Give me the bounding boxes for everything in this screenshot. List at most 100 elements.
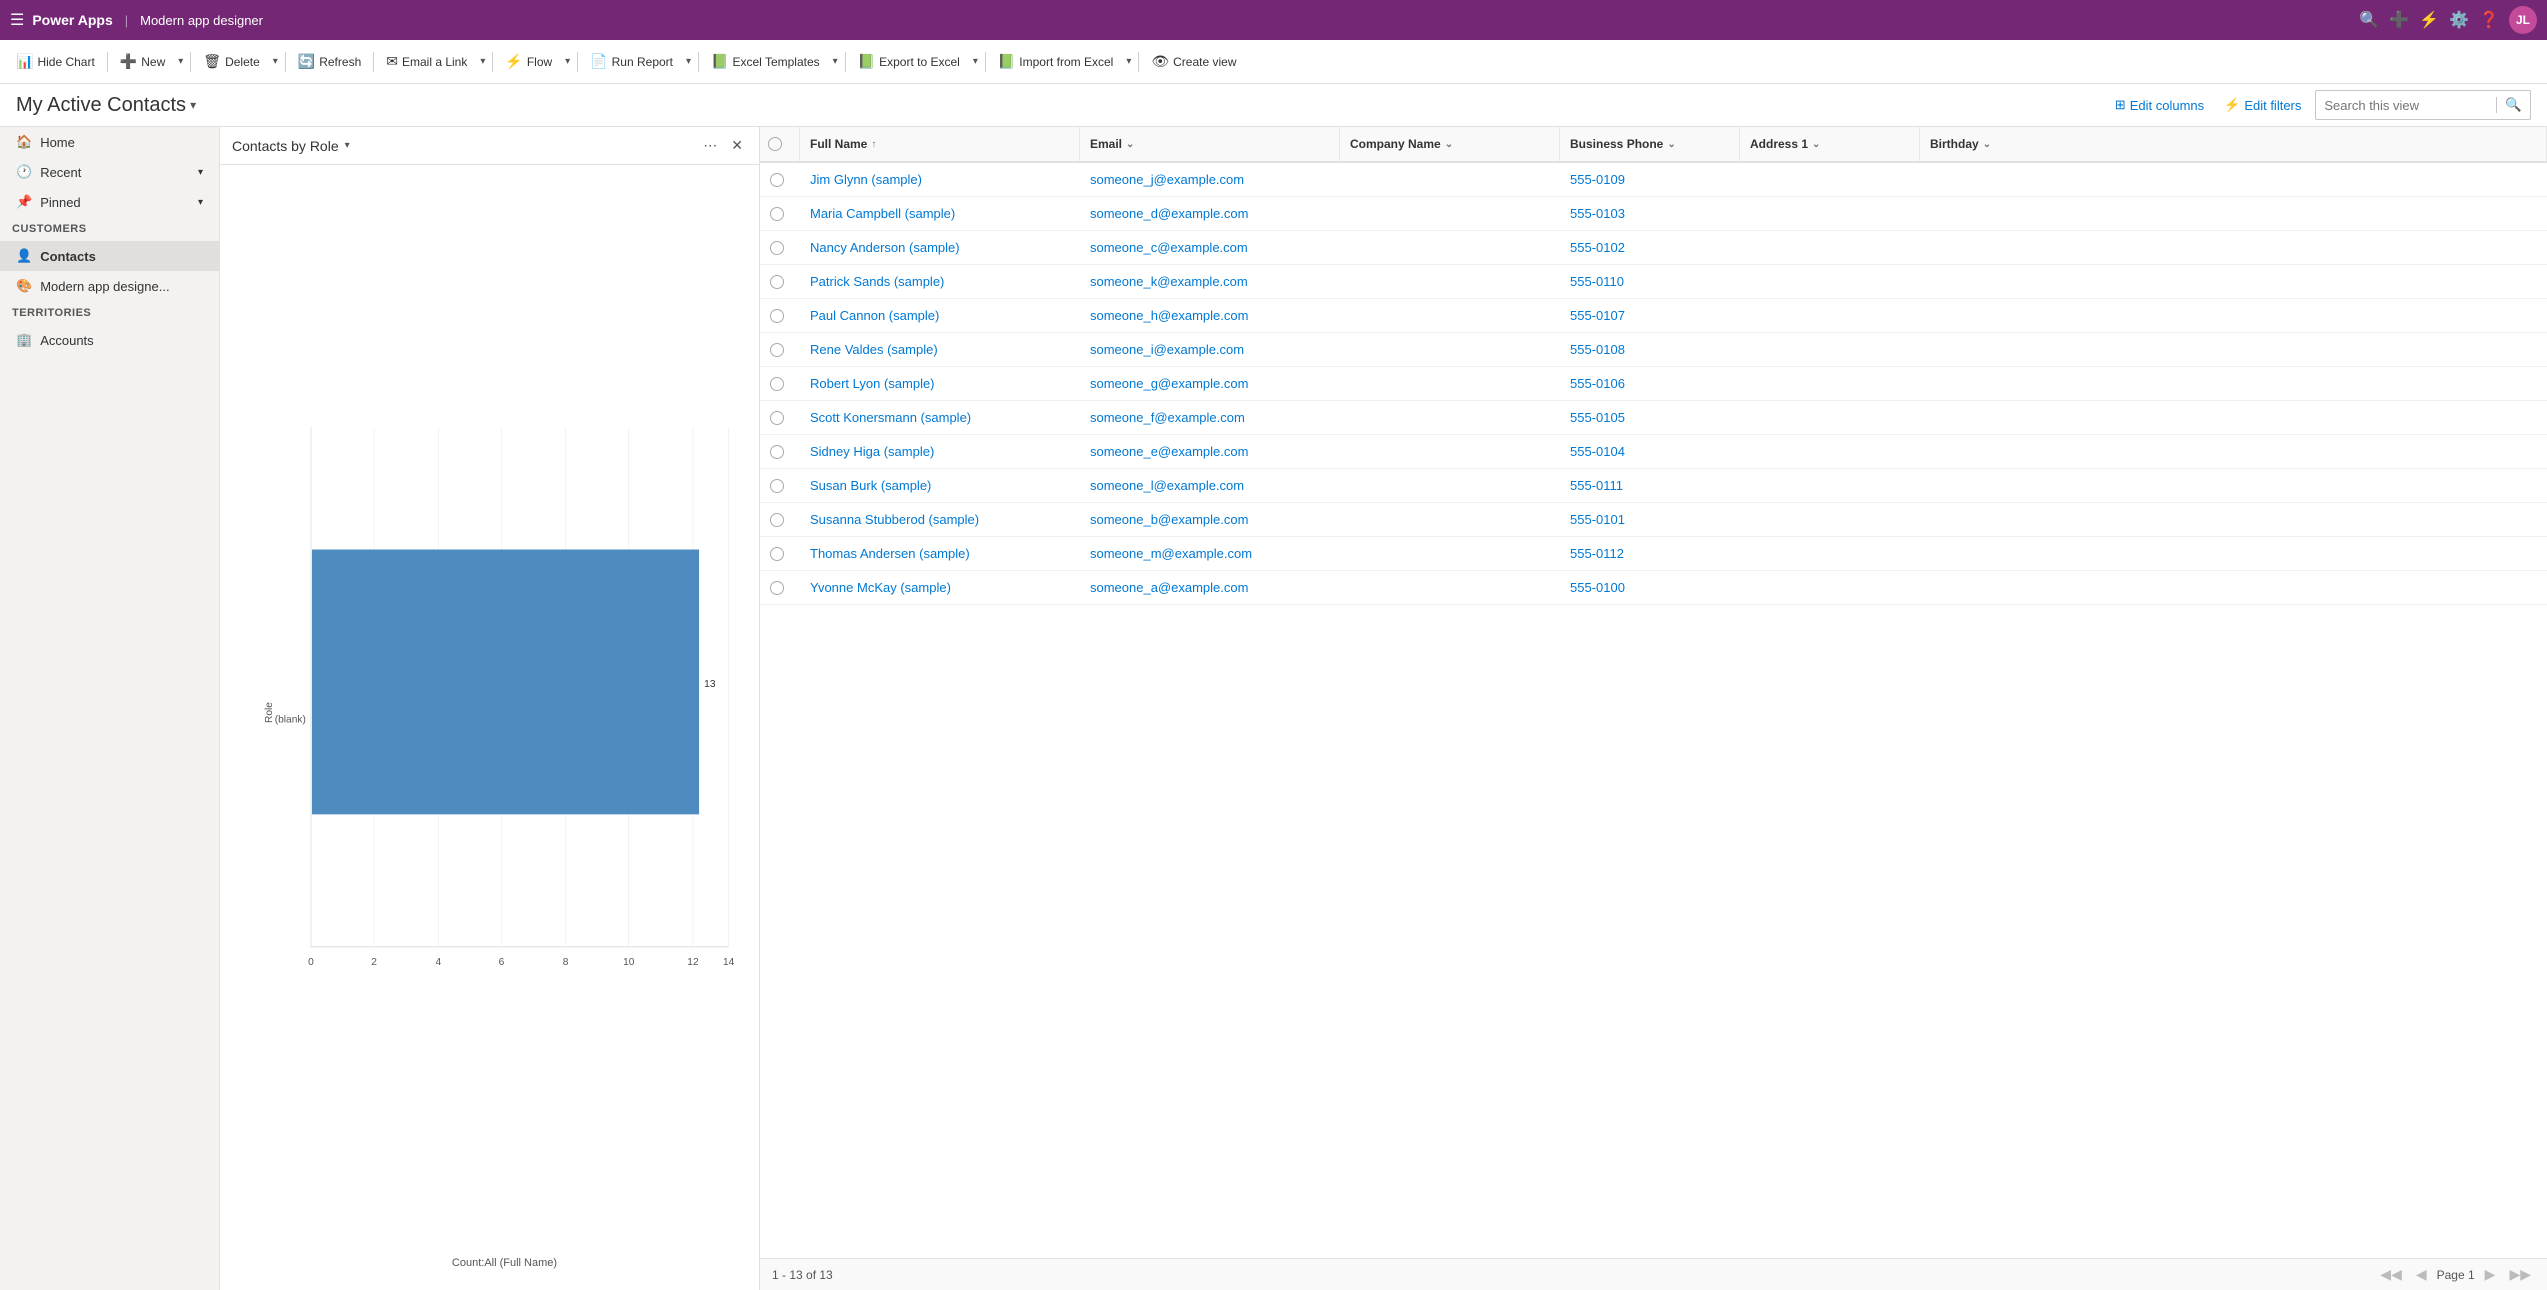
search-input[interactable] (2316, 98, 2496, 113)
refresh-button[interactable]: 🔄 Refresh (290, 49, 369, 74)
sidebar-item-pinned[interactable]: 📌 Pinned ▾ (0, 187, 219, 217)
add-icon[interactable]: ➕ (2389, 10, 2409, 30)
view-title[interactable]: My Active Contacts ▾ (16, 94, 196, 117)
row-fullname[interactable]: Jim Glynn (sample) (800, 163, 1080, 196)
chart-close-button[interactable]: ✕ (727, 135, 747, 156)
grid-header-phone[interactable]: Business Phone ⌄ (1560, 127, 1740, 161)
grid-header-email[interactable]: Email ⌄ (1080, 127, 1340, 161)
settings-icon[interactable]: ⚙️ (2449, 10, 2469, 30)
table-row[interactable]: Jim Glynn (sample) someone_j@example.com… (760, 163, 2547, 197)
row-fullname[interactable]: Paul Cannon (sample) (800, 299, 1080, 332)
sidebar-item-contacts[interactable]: 👤 Contacts (0, 241, 219, 271)
row-phone[interactable]: 555-0101 (1560, 503, 1740, 536)
row-fullname[interactable]: Rene Valdes (sample) (800, 333, 1080, 366)
row-email[interactable]: someone_a@example.com (1080, 571, 1340, 604)
row-email[interactable]: someone_g@example.com (1080, 367, 1340, 400)
row-email[interactable]: someone_m@example.com (1080, 537, 1340, 570)
page-last-button[interactable]: ▶▶ (2505, 1264, 2535, 1285)
edit-columns-button[interactable]: ⊞ Edit columns (2109, 93, 2210, 117)
row-phone[interactable]: 555-0104 (1560, 435, 1740, 468)
table-row[interactable]: Paul Cannon (sample) someone_h@example.c… (760, 299, 2547, 333)
row-fullname[interactable]: Patrick Sands (sample) (800, 265, 1080, 298)
grid-header-company[interactable]: Company Name ⌄ (1340, 127, 1560, 161)
row-email[interactable]: someone_l@example.com (1080, 469, 1340, 502)
row-email[interactable]: someone_c@example.com (1080, 231, 1340, 264)
row-email[interactable]: someone_b@example.com (1080, 503, 1340, 536)
row-phone[interactable]: 555-0109 (1560, 163, 1740, 196)
table-row[interactable]: Maria Campbell (sample) someone_d@exampl… (760, 197, 2547, 231)
row-radio[interactable] (760, 469, 800, 502)
table-row[interactable]: Scott Konersmann (sample) someone_f@exam… (760, 401, 2547, 435)
row-fullname[interactable]: Sidney Higa (sample) (800, 435, 1080, 468)
run-report-button[interactable]: 📄 Run Report (582, 49, 681, 74)
grid-header-birthday[interactable]: Birthday ⌄ (1920, 127, 2547, 161)
search-submit-button[interactable]: 🔍 (2496, 97, 2530, 113)
excel-templates-button[interactable]: 📗 Excel Templates (703, 49, 828, 74)
table-row[interactable]: Rene Valdes (sample) someone_i@example.c… (760, 333, 2547, 367)
hide-chart-button[interactable]: 📊 Hide Chart (8, 49, 103, 74)
row-email[interactable]: someone_j@example.com (1080, 163, 1340, 196)
table-row[interactable]: Patrick Sands (sample) someone_k@example… (760, 265, 2547, 299)
import-excel-button[interactable]: 📗 Import from Excel (990, 49, 1121, 74)
report-chevron[interactable]: ▾ (683, 52, 694, 71)
row-fullname[interactable]: Scott Konersmann (sample) (800, 401, 1080, 434)
row-phone[interactable]: 555-0105 (1560, 401, 1740, 434)
create-view-button[interactable]: 👁 Create view (1143, 49, 1244, 74)
row-phone[interactable]: 555-0112 (1560, 537, 1740, 570)
row-fullname[interactable]: Nancy Anderson (sample) (800, 231, 1080, 264)
row-radio[interactable] (760, 367, 800, 400)
row-phone[interactable]: 555-0110 (1560, 265, 1740, 298)
row-fullname[interactable]: Susan Burk (sample) (800, 469, 1080, 502)
edit-filters-button[interactable]: ⚡ Edit filters (2218, 93, 2307, 117)
table-row[interactable]: Thomas Andersen (sample) someone_m@examp… (760, 537, 2547, 571)
export-excel-chevron[interactable]: ▾ (970, 52, 981, 71)
help-icon[interactable]: ❓ (2479, 10, 2499, 30)
row-radio[interactable] (760, 537, 800, 570)
avatar[interactable]: JL (2509, 6, 2537, 34)
sidebar-item-accounts[interactable]: 🏢 Accounts (0, 325, 219, 355)
row-fullname[interactable]: Robert Lyon (sample) (800, 367, 1080, 400)
table-row[interactable]: Susan Burk (sample) someone_l@example.co… (760, 469, 2547, 503)
row-fullname[interactable]: Susanna Stubberod (sample) (800, 503, 1080, 536)
row-radio[interactable] (760, 435, 800, 468)
grid-header-address[interactable]: Address 1 ⌄ (1740, 127, 1920, 161)
table-row[interactable]: Yvonne McKay (sample) someone_a@example.… (760, 571, 2547, 605)
grid-header-fullname[interactable]: Full Name ↑ (800, 127, 1080, 161)
row-phone[interactable]: 555-0108 (1560, 333, 1740, 366)
search-icon[interactable]: 🔍 (2359, 10, 2379, 30)
export-excel-button[interactable]: 📗 Export to Excel (850, 49, 968, 74)
row-phone[interactable]: 555-0111 (1560, 469, 1740, 502)
row-email[interactable]: someone_f@example.com (1080, 401, 1340, 434)
filter-icon[interactable]: ⚡ (2419, 10, 2439, 30)
delete-chevron[interactable]: ▾ (270, 52, 281, 71)
chart-title[interactable]: Contacts by Role ▾ (232, 138, 350, 154)
row-radio[interactable] (760, 401, 800, 434)
view-title-chevron-icon[interactable]: ▾ (190, 98, 196, 112)
email-link-button[interactable]: ✉ Email a Link (378, 49, 475, 74)
row-fullname[interactable]: Thomas Andersen (sample) (800, 537, 1080, 570)
page-next-button[interactable]: ▶ (2481, 1264, 2500, 1285)
row-radio[interactable] (760, 299, 800, 332)
row-radio[interactable] (760, 333, 800, 366)
row-fullname[interactable]: Maria Campbell (sample) (800, 197, 1080, 230)
email-chevron[interactable]: ▾ (477, 52, 488, 71)
new-chevron[interactable]: ▾ (175, 52, 186, 71)
row-email[interactable]: someone_k@example.com (1080, 265, 1340, 298)
excel-templates-chevron[interactable]: ▾ (830, 52, 841, 71)
delete-button[interactable]: 🗑 Delete (195, 49, 267, 74)
page-first-button[interactable]: ◀◀ (2376, 1264, 2406, 1285)
row-email[interactable]: someone_d@example.com (1080, 197, 1340, 230)
hamburger-menu[interactable]: ☰ (10, 10, 24, 30)
sidebar-item-home[interactable]: 🏠 Home (0, 127, 219, 157)
new-button[interactable]: ➕ New (112, 49, 173, 74)
chart-more-options-button[interactable]: ⋯ (699, 135, 721, 156)
import-excel-chevron[interactable]: ▾ (1123, 52, 1134, 71)
table-row[interactable]: Susanna Stubberod (sample) someone_b@exa… (760, 503, 2547, 537)
row-radio[interactable] (760, 163, 800, 196)
row-phone[interactable]: 555-0100 (1560, 571, 1740, 604)
row-phone[interactable]: 555-0106 (1560, 367, 1740, 400)
flow-button[interactable]: ⚡ Flow (497, 49, 560, 74)
flow-chevron[interactable]: ▾ (562, 52, 573, 71)
sidebar-item-modern-app-designer[interactable]: 🎨 Modern app designe... (0, 271, 219, 301)
row-fullname[interactable]: Yvonne McKay (sample) (800, 571, 1080, 604)
